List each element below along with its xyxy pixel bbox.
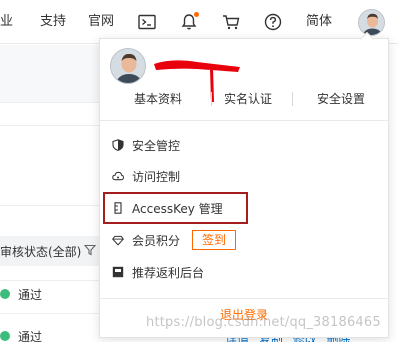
diamond-icon (112, 234, 124, 246)
console-icon[interactable] (136, 11, 158, 33)
table-row: 通过 (0, 281, 42, 307)
tab-separator (292, 92, 293, 106)
help-icon[interactable] (262, 11, 284, 33)
notification-bell-icon[interactable] (178, 11, 200, 33)
menu-item-security-control[interactable]: 安全管控 (112, 135, 180, 155)
filter-icon[interactable] (83, 244, 97, 259)
tab-real-name[interactable]: 实名认证 (218, 90, 278, 108)
sign-in-button[interactable]: 签到 (192, 230, 236, 250)
status-text: 通过 (18, 287, 43, 302)
tab-separator (211, 92, 212, 106)
cloud-icon (112, 170, 124, 182)
page-header-band (0, 45, 100, 103)
divider (0, 205, 100, 206)
tab-security-settings[interactable]: 安全设置 (309, 90, 373, 108)
menu-item-rebate[interactable]: 推荐返利后台 (112, 262, 204, 282)
menu-item-label: 会员积分 (132, 233, 181, 248)
status-ok-dot (0, 289, 10, 299)
gift-box-icon (112, 266, 124, 278)
status-ok-dot (0, 331, 10, 341)
divider (0, 313, 100, 314)
dropdown-divider (100, 120, 388, 121)
notification-dot (194, 12, 199, 17)
cart-icon[interactable] (220, 11, 242, 33)
avatar[interactable] (358, 9, 385, 36)
highlight-annotation-box (103, 192, 248, 224)
nav-item-support[interactable]: 支持 (40, 0, 66, 44)
menu-item-label: 访问控制 (132, 169, 181, 184)
menu-item-label: 推荐返利后台 (132, 265, 205, 280)
dropdown-avatar (110, 48, 146, 84)
watermark: https://blog.csdn.net/qq_38186465 (146, 315, 381, 330)
table-header-status: 审核状态(全部) (0, 245, 82, 259)
menu-item-access-control[interactable]: 访问控制 (112, 166, 180, 186)
divider (0, 125, 100, 126)
nav-item-partial[interactable]: 业 (0, 0, 13, 44)
status-text: 通过 (18, 329, 43, 342)
tab-basic-info[interactable]: 基本资料 (128, 90, 188, 108)
dropdown-divider (100, 298, 388, 299)
table-row: 通过 (0, 323, 42, 342)
shield-icon (112, 139, 124, 151)
menu-item-label: 安全管控 (132, 138, 181, 153)
account-dropdown (99, 38, 389, 338)
menu-item-points[interactable]: 会员积分 (112, 230, 180, 250)
